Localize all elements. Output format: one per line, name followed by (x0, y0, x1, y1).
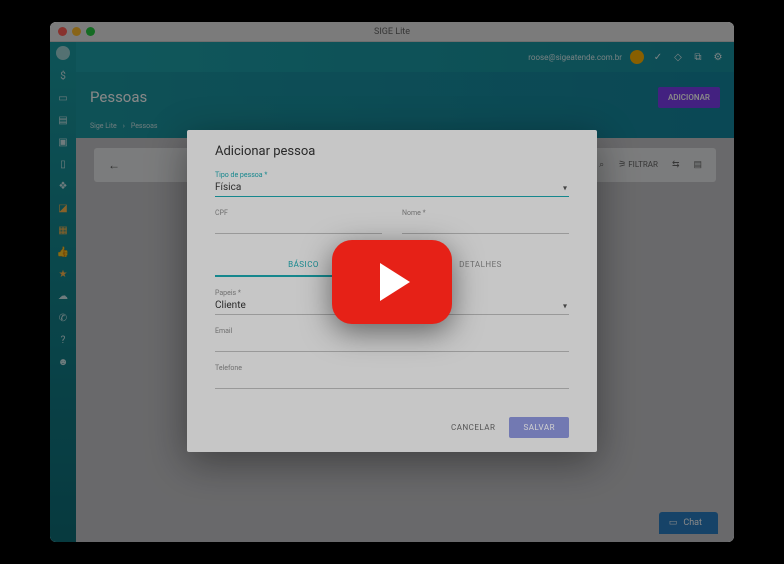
save-button[interactable]: SALVAR (509, 417, 569, 438)
tipo-pessoa-field[interactable]: Tipo de pessoa * Física ▾ (215, 171, 569, 197)
telefone-field[interactable]: Telefone (215, 364, 569, 389)
video-play-button[interactable] (332, 240, 452, 324)
field-label: Telefone (215, 364, 569, 372)
chevron-down-icon: ▾ (563, 302, 567, 311)
email-field[interactable]: Email (215, 327, 569, 352)
field-label: Tipo de pessoa * (215, 171, 569, 179)
telefone-input[interactable] (215, 373, 569, 389)
tipo-pessoa-select[interactable]: Física ▾ (215, 180, 569, 197)
cancel-button[interactable]: CANCELAR (451, 423, 495, 432)
field-label: Email (215, 327, 569, 335)
chevron-down-icon: ▾ (563, 184, 567, 193)
modal-title: Adicionar pessoa (215, 144, 569, 159)
email-input[interactable] (215, 336, 569, 352)
play-icon (380, 263, 410, 301)
cpf-input[interactable] (215, 218, 382, 234)
field-label: CPF (215, 209, 382, 217)
nome-input[interactable] (402, 218, 569, 234)
nome-field[interactable]: Nome * (402, 209, 569, 234)
cpf-field[interactable]: CPF (215, 209, 382, 234)
modal-actions: CANCELAR SALVAR (215, 417, 569, 438)
field-label: Nome * (402, 209, 569, 217)
